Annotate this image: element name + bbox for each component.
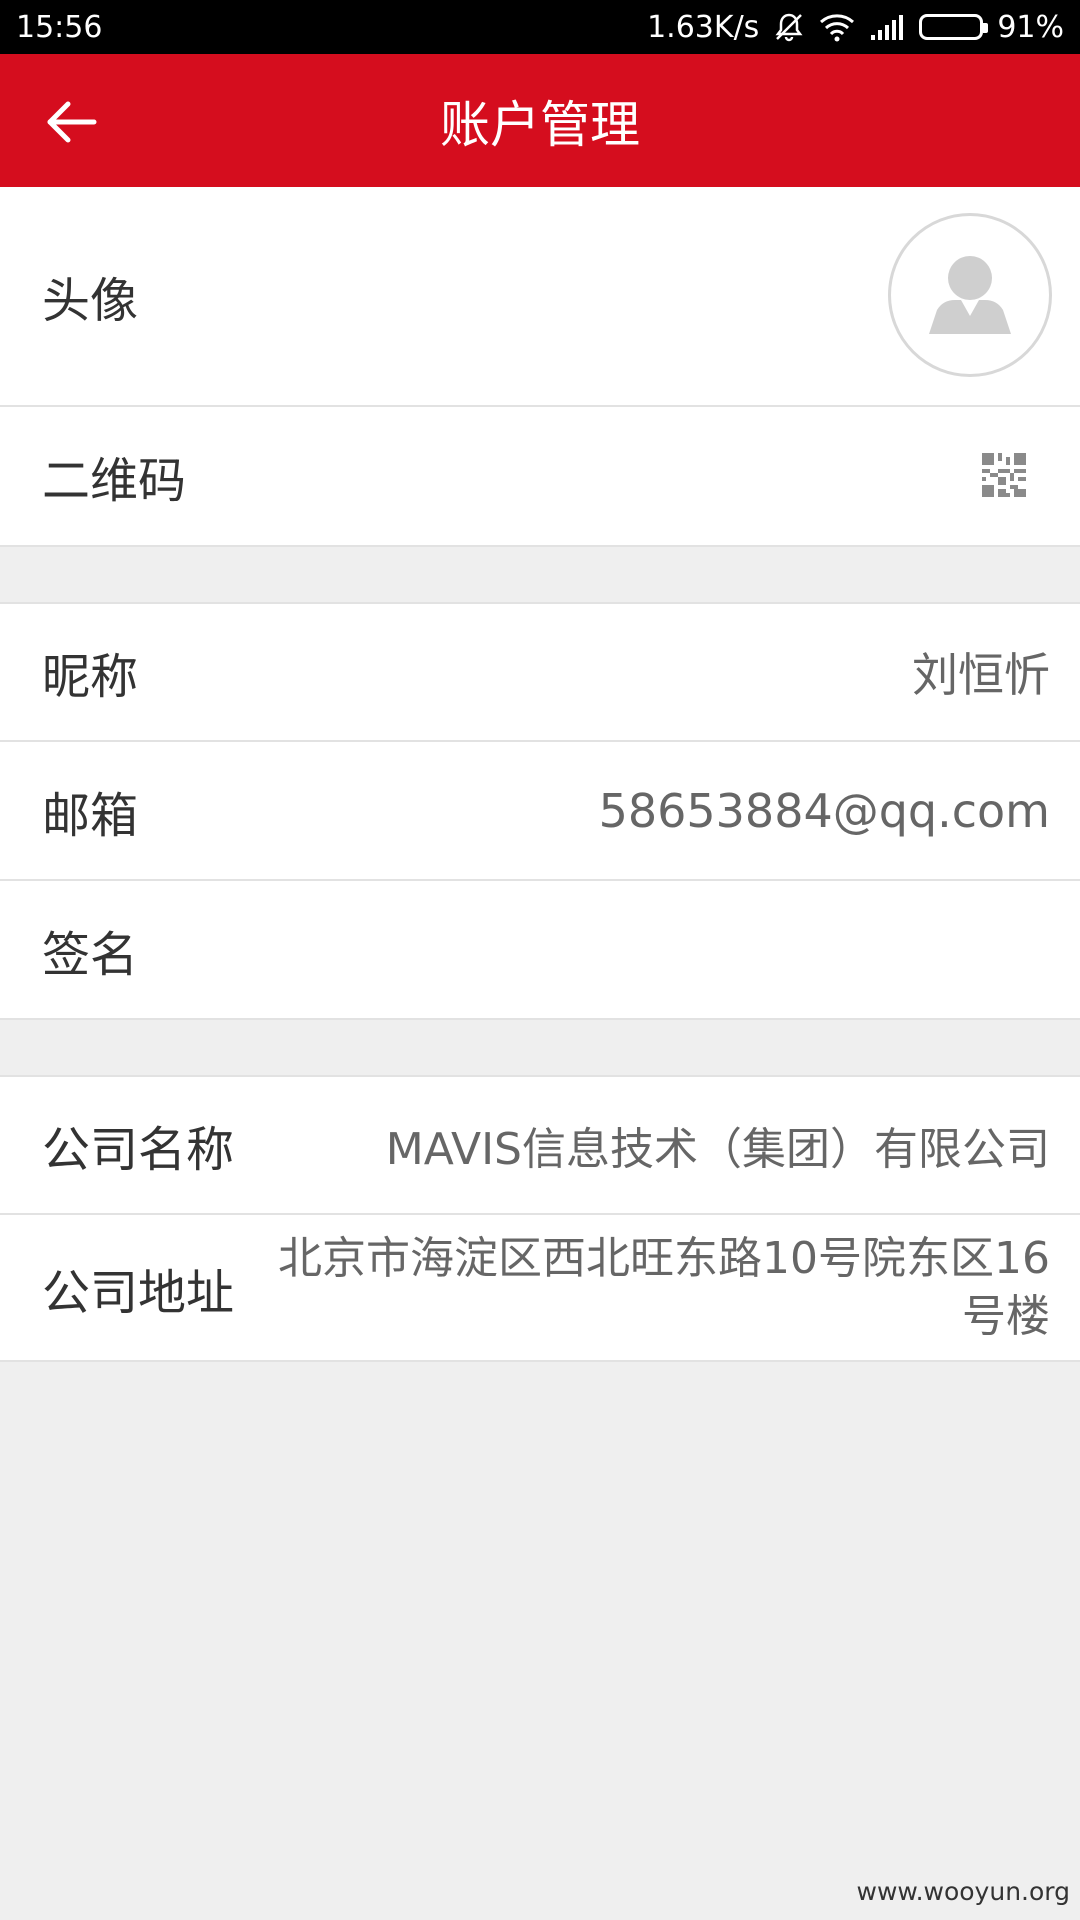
signal-icon <box>869 13 905 41</box>
email-value: 58653884@qq.com <box>598 783 1050 838</box>
company-name-row[interactable]: 公司名称 MAVIS信息技术（集团）有限公司 <box>0 1075 1080 1215</box>
nickname-label: 昵称 <box>42 649 139 705</box>
arrow-left-icon <box>47 101 97 143</box>
email-row[interactable]: 邮箱 58653884@qq.com <box>0 742 1080 881</box>
mute-icon <box>773 11 805 43</box>
company-address-value: 北京市海淀区西北旺东路10号院东区16号楼 <box>278 1232 1050 1342</box>
nickname-value: 刘恒忻 <box>912 648 1050 702</box>
battery-icon <box>919 14 989 40</box>
signature-row[interactable]: 签名 <box>0 881 1080 1020</box>
app-bar: 账户管理 <box>0 54 1080 187</box>
net-speed: 1.63K/s <box>647 9 760 45</box>
email-label: 邮箱 <box>42 787 139 844</box>
signature-label: 签名 <box>42 926 139 983</box>
status-bar: 15:56 1.63K/s 91% <box>0 0 1080 54</box>
company-name-label: 公司名称 <box>42 1122 235 1178</box>
qrcode-label: 二维码 <box>42 453 187 509</box>
status-time: 15:56 <box>16 9 103 45</box>
nickname-row[interactable]: 昵称 刘恒忻 <box>0 602 1080 742</box>
company-address-row[interactable]: 公司地址 北京市海淀区西北旺东路10号院东区16号楼 <box>0 1215 1080 1362</box>
company-address-label: 公司地址 <box>42 1264 235 1321</box>
watermark: www.wooyun.org <box>856 1877 1070 1906</box>
back-button[interactable] <box>36 90 108 154</box>
battery-percent: 91% <box>997 9 1064 45</box>
page-title: 账户管理 <box>440 95 640 154</box>
qrcode-row[interactable]: 二维码 <box>0 407 1080 547</box>
avatar-row[interactable]: 头像 <box>0 187 1080 407</box>
status-right: 1.63K/s 91% <box>647 10 1064 45</box>
avatar-label: 头像 <box>42 273 139 329</box>
wifi-icon <box>819 12 855 42</box>
qr-code-icon <box>982 453 1026 497</box>
default-avatar-icon[interactable] <box>888 213 1052 377</box>
company-name-value: MAVIS信息技术（集团）有限公司 <box>385 1124 1050 1175</box>
